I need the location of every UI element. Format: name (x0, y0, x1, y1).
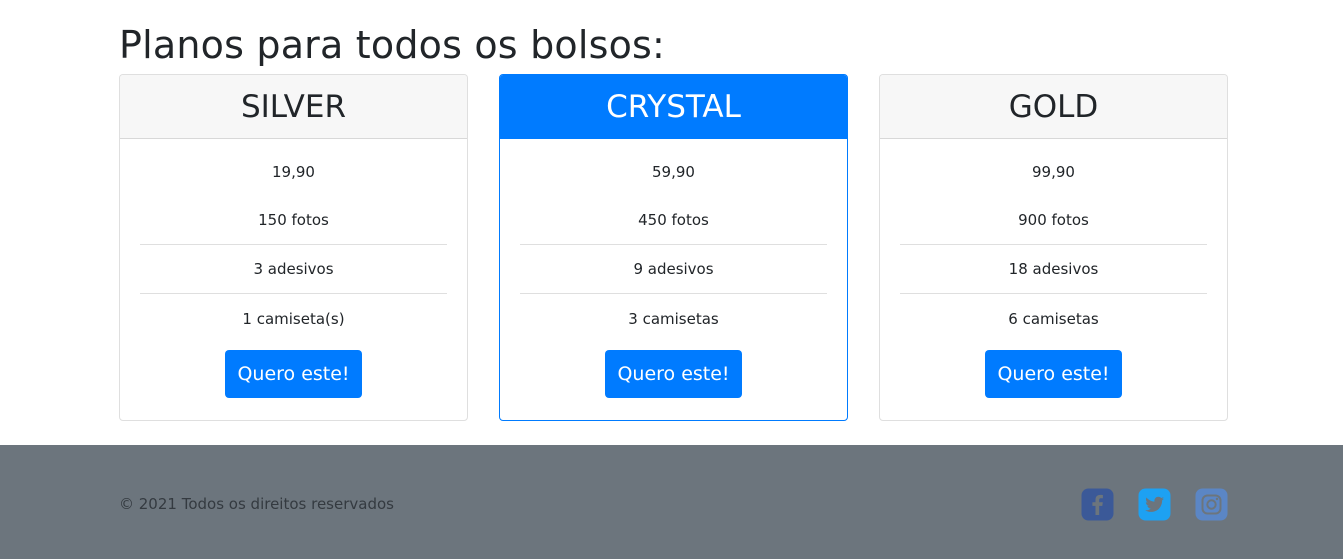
page: Planos para todos os bolsos: SILVER 19,9… (0, 0, 1343, 559)
feature-item: 18 adesivos (900, 245, 1207, 294)
plan-name: GOLD (880, 75, 1227, 139)
plan-price: 99,90 (1032, 163, 1075, 181)
feature-item: 150 fotos (140, 196, 447, 245)
plan-card-silver: SILVER 19,90 150 fotos 3 adesivos 1 cami… (119, 74, 468, 421)
facebook-icon (1081, 488, 1114, 521)
choose-plan-button[interactable]: Quero este! (605, 350, 742, 398)
feature-item: 6 camisetas (1008, 309, 1099, 328)
plan-card-gold: GOLD 99,90 900 fotos 18 adesivos 6 camis… (879, 74, 1228, 421)
plan-body: 59,90 450 fotos 9 adesivos 3 camisetas Q… (500, 139, 847, 398)
facebook-link[interactable] (1081, 488, 1114, 521)
footer: © 2021 Todos os direitos reservados (0, 445, 1343, 559)
feature-item: 1 camiseta(s) (242, 309, 345, 328)
feature-item: 3 adesivos (140, 245, 447, 294)
plan-card-crystal: CRYSTAL 59,90 450 fotos 9 adesivos 3 cam… (499, 74, 848, 421)
choose-plan-button[interactable]: Quero este! (225, 350, 362, 398)
twitter-link[interactable] (1138, 488, 1171, 521)
plan-body: 99,90 900 fotos 18 adesivos 6 camisetas … (880, 139, 1227, 398)
plan-name: SILVER (120, 75, 467, 139)
plan-features: 450 fotos 9 adesivos 3 camisetas (520, 196, 827, 343)
instagram-icon (1195, 488, 1228, 521)
feature-item: 3 camisetas (628, 309, 719, 328)
page-title: Planos para todos os bolsos: (119, 23, 666, 67)
plan-features: 150 fotos 3 adesivos 1 camiseta(s) (140, 196, 447, 343)
instagram-link[interactable] (1195, 488, 1228, 521)
choose-plan-button[interactable]: Quero este! (985, 350, 1122, 398)
social-links (1081, 488, 1228, 521)
plan-price: 19,90 (272, 163, 315, 181)
pricing-cards: SILVER 19,90 150 fotos 3 adesivos 1 cami… (119, 74, 1229, 421)
plan-price: 59,90 (652, 163, 695, 181)
feature-item: 450 fotos (520, 196, 827, 245)
twitter-icon (1138, 488, 1171, 521)
plan-body: 19,90 150 fotos 3 adesivos 1 camiseta(s)… (120, 139, 467, 398)
feature-item: 900 fotos (900, 196, 1207, 245)
plan-features: 900 fotos 18 adesivos 6 camisetas (900, 196, 1207, 343)
plan-name: CRYSTAL (500, 75, 847, 139)
feature-item: 9 adesivos (520, 245, 827, 294)
copyright-text: © 2021 Todos os direitos reservados (119, 495, 394, 513)
